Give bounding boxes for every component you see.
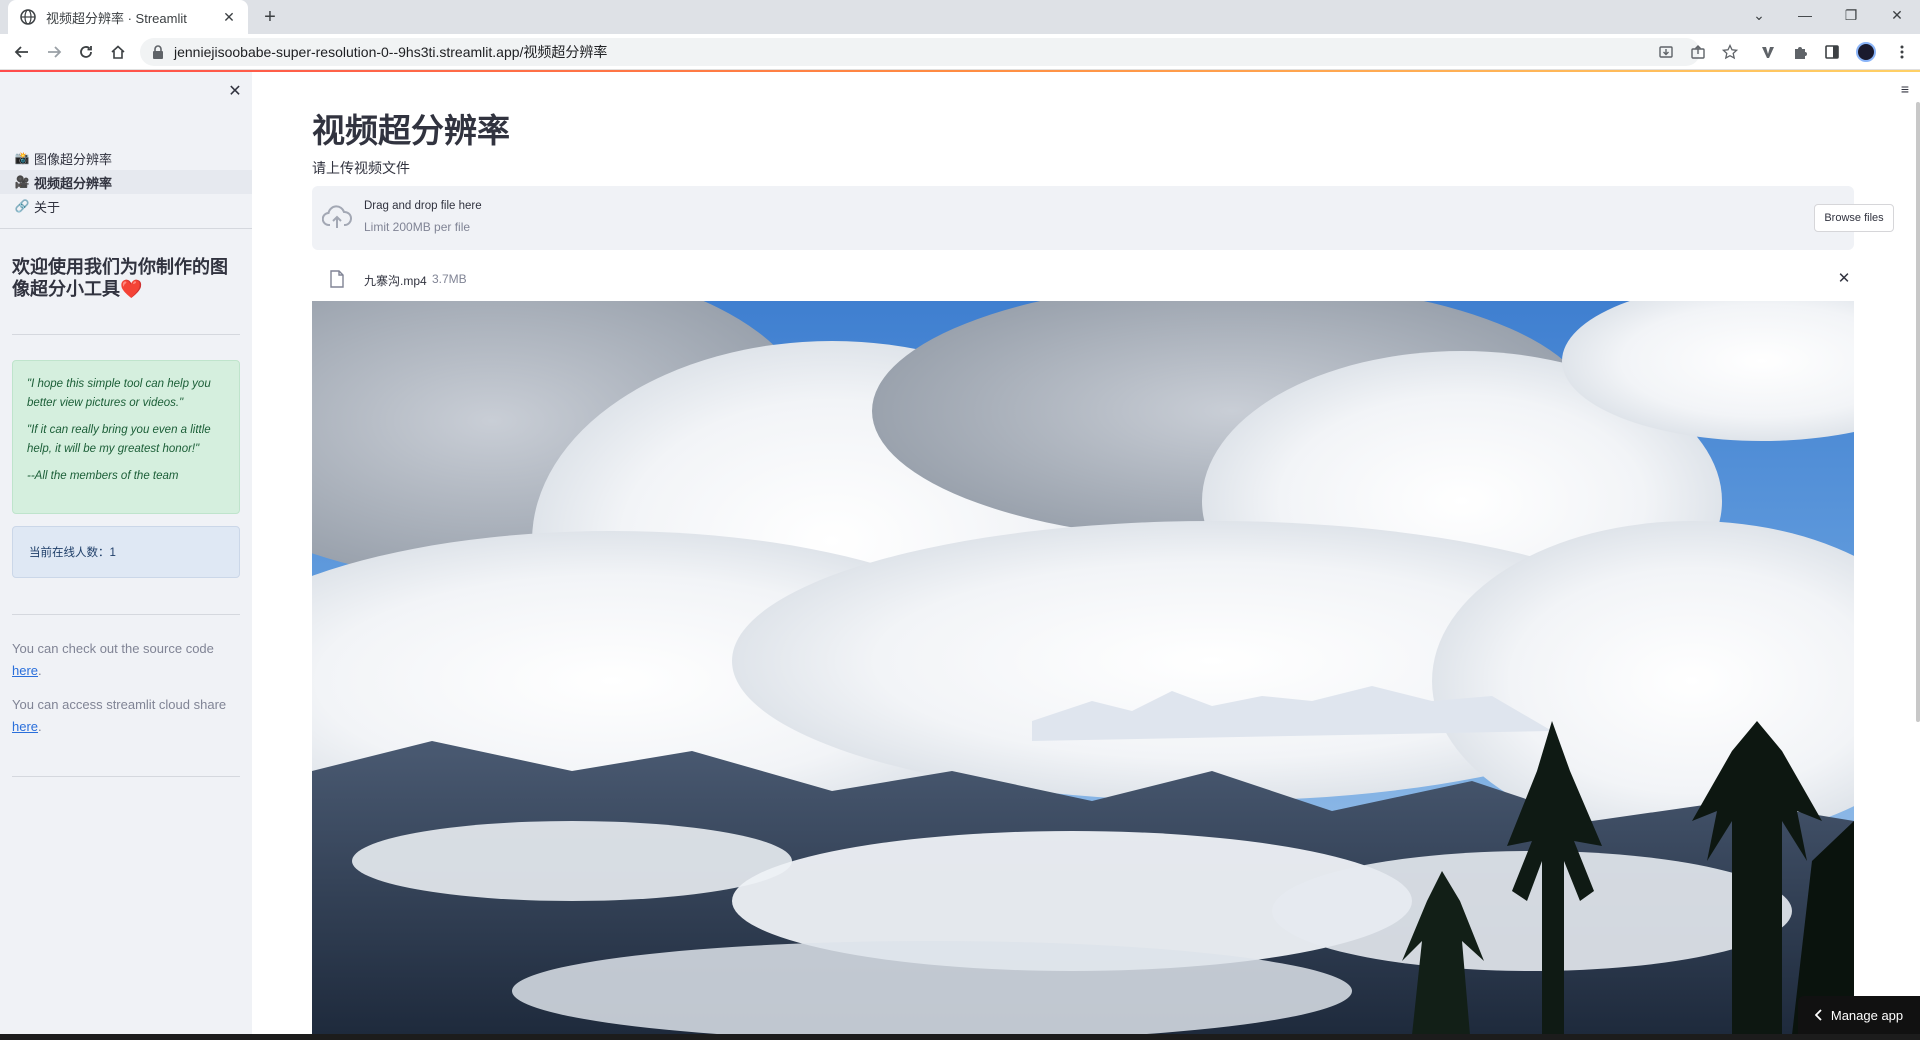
browse-files-button[interactable]: Browse files <box>1814 204 1894 232</box>
source-code-label: You can check out the source code <box>12 641 214 656</box>
hamburger-menu-icon[interactable]: ≡ <box>1898 81 1912 97</box>
share-icon[interactable] <box>1686 40 1710 64</box>
quote-line: "If it can really bring you even a littl… <box>27 424 211 455</box>
sidebar-item-video-sr[interactable]: 🎥 视频超分辨率 <box>0 170 252 194</box>
chevron-left-icon <box>1814 1009 1822 1021</box>
page-title: 视频超分辨率 <box>312 112 510 149</box>
cloud-share-label: You can access streamlit cloud share <box>12 697 227 712</box>
heart-icon: ❤️ <box>120 279 143 299</box>
sidebar-close-icon[interactable]: ✕ <box>226 82 244 100</box>
link-icon: 🔗 <box>14 199 30 213</box>
period: . <box>38 663 42 678</box>
new-tab-icon[interactable]: + <box>258 5 282 29</box>
upload-label: 请上传视频文件 <box>312 160 410 176</box>
reload-icon[interactable] <box>72 38 100 66</box>
scrollbar[interactable] <box>1916 102 1920 722</box>
cloud-upload-icon <box>322 205 352 228</box>
sidebar-item-label: 图像超分辨率 <box>34 151 113 167</box>
back-icon[interactable] <box>8 38 36 66</box>
file-icon <box>330 270 344 288</box>
os-taskbar <box>0 1034 1920 1040</box>
home-icon[interactable] <box>104 38 132 66</box>
profile-avatar[interactable] <box>1856 42 1876 62</box>
browser-tabbar: 视频超分辨率 · Streamlit ✕ + ⌄ — ❐ ✕ <box>0 0 1920 34</box>
sidebar-divider <box>12 614 240 615</box>
dropzone-instruction: Drag and drop file here <box>364 200 482 212</box>
bookmark-star-icon[interactable] <box>1718 40 1742 64</box>
install-icon[interactable] <box>1654 40 1678 64</box>
url-text: jenniejisoobabe-super-resolution-0--9hs3… <box>174 44 608 60</box>
sidebar: ✕ 📸 图像超分辨率 🎥 视频超分辨率 🔗 关于 欢迎使用我们为你制作的图像超分… <box>0 72 252 1035</box>
cloud-share-text: You can access streamlit cloud share her… <box>12 694 242 738</box>
puzzle-icon[interactable] <box>1788 40 1812 64</box>
file-size: 3.7MB <box>432 272 467 286</box>
tab-title: 视频超分辨率 · Streamlit <box>46 10 187 26</box>
uploaded-file-row: 九寨沟.mp4 3.7MB ✕ <box>312 258 1854 302</box>
remove-file-icon[interactable]: ✕ <box>1836 270 1852 287</box>
tab-search-icon[interactable]: ⌄ <box>1736 0 1782 30</box>
camera-icon: 📸 <box>14 151 30 165</box>
minimize-icon[interactable]: — <box>1782 0 1828 30</box>
source-code-link[interactable]: here <box>12 663 38 678</box>
sidebar-divider <box>12 334 240 335</box>
dropzone-limit: Limit 200MB per file <box>364 220 471 234</box>
sidebar-item-label: 关于 <box>34 199 61 215</box>
address-bar[interactable]: jenniejisoobabe-super-resolution-0--9hs3… <box>140 38 1700 66</box>
cloud-share-link[interactable]: here <box>12 719 38 734</box>
tab-close-icon[interactable]: ✕ <box>220 8 238 26</box>
manage-app-label: Manage app <box>1830 1007 1904 1023</box>
forward-icon[interactable] <box>40 38 68 66</box>
extension-v-icon[interactable] <box>1756 40 1780 64</box>
period: . <box>38 719 42 734</box>
browser-tab[interactable]: 视频超分辨率 · Streamlit ✕ <box>8 0 248 34</box>
video-camera-icon: 🎥 <box>14 175 30 189</box>
sidebar-item-label: 视频超分辨率 <box>34 175 113 191</box>
side-panel-icon[interactable] <box>1820 40 1844 64</box>
quote-signature: --All the members of the team <box>27 470 179 482</box>
manage-app-button[interactable]: Manage app <box>1798 996 1920 1034</box>
online-count-box: 当前在线人数：1 <box>12 526 240 578</box>
globe-icon <box>20 9 36 25</box>
file-name: 九寨沟.mp4 <box>364 274 427 288</box>
sidebar-heading: 欢迎使用我们为你制作的图像超分小工具❤️ <box>12 256 242 300</box>
video-player[interactable] <box>312 301 1854 1035</box>
sidebar-item-image-sr[interactable]: 📸 图像超分辨率 <box>0 146 252 170</box>
online-count-text: 当前在线人数：1 <box>29 547 116 559</box>
browser-toolbar: jenniejisoobabe-super-resolution-0--9hs3… <box>0 34 1920 70</box>
quote-line: "I hope this simple tool can help you be… <box>27 378 211 409</box>
lock-icon <box>153 45 163 59</box>
success-quote-box: "I hope this simple tool can help you be… <box>12 360 240 514</box>
source-code-text: You can check out the source code here. <box>12 638 242 682</box>
kebab-menu-icon[interactable] <box>1890 40 1914 64</box>
main-content: ≡ 视频超分辨率 请上传视频文件 Drag and drop file here… <box>252 72 1920 1035</box>
sidebar-item-about[interactable]: 🔗 关于 <box>0 194 252 218</box>
sidebar-divider <box>12 776 240 777</box>
restore-icon[interactable]: ❐ <box>1828 0 1874 30</box>
window-close-icon[interactable]: ✕ <box>1874 0 1920 30</box>
file-dropzone[interactable]: Drag and drop file here Limit 200MB per … <box>312 186 1894 250</box>
sidebar-nav-divider <box>0 228 252 229</box>
